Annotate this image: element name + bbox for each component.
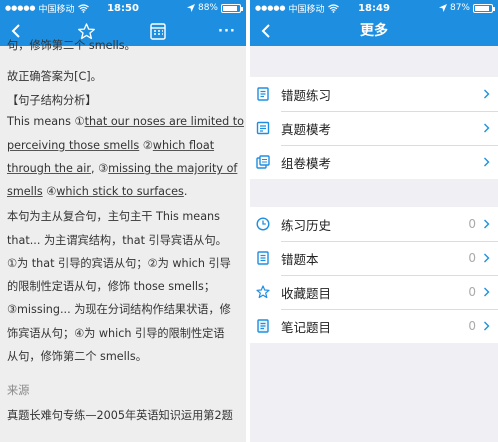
menu-item-label: 笔记题目 [281, 319, 332, 335]
location-icon [186, 4, 195, 12]
text-line: 的限制性定语从句，修饰 those smells； [7, 280, 216, 293]
menu-item-label: 练习历史 [281, 217, 332, 233]
text-line: ①为 that 引导的宾语从句；②为 which 引导 [7, 257, 231, 270]
note-icon [257, 319, 269, 333]
section-heading: 【句子结构分析】 [7, 94, 97, 107]
article-body: 句，修饰第二个 smells。 故正确答案为[C]。 【句子结构分析】 This… [0, 39, 246, 442]
text-line: 饰宾语从句；④为 which 引导的限制性定语 [7, 327, 225, 340]
nav-bar: 更多 [250, 16, 498, 46]
chevron-right-icon [484, 157, 490, 167]
menu-item-notes[interactable]: 笔记题目 0 [250, 309, 498, 343]
status-bar: ●●●●● 中国移动 18:50 88% [0, 0, 246, 16]
count-badge: 0 [468, 217, 476, 231]
chevron-right-icon [484, 89, 490, 99]
battery-percent: 88% [197, 3, 218, 13]
chevron-right-icon [484, 321, 490, 331]
status-bar: ●●●●● 中国移动 18:49 87% [250, 0, 498, 16]
menu-item-wrong-practice[interactable]: 错题练习 [250, 77, 498, 111]
menu-item-label: 错题练习 [281, 87, 332, 103]
text-line: perceiving those smells ②which float [7, 139, 215, 152]
battery-percent: 87% [449, 3, 470, 13]
more-menu-button[interactable]: ··· [218, 24, 236, 39]
right-screen: ●●●●● 中国移动 18:49 87% 更多 错题练习 真题模考 组卷模考 练… [250, 0, 498, 442]
text-line: through the air, ③missing the majority o… [7, 162, 238, 175]
menu-item-wrong-book[interactable]: 错题本 0 [250, 241, 498, 275]
notebook-icon [257, 251, 269, 265]
chevron-right-icon [484, 253, 490, 263]
text-line: that... 为主谓宾结构，that 引导宾语从句。 [7, 234, 227, 247]
menu-item-label: 收藏题目 [281, 285, 332, 301]
text-line: 本句为主从复合句，主句主干 This means [7, 210, 220, 223]
battery-icon [473, 3, 495, 13]
text-line: smells ④which stick to surfaces. [7, 185, 188, 198]
text-line: This means ①that our noses are limited t… [7, 115, 244, 128]
text-line: ③missing... 为现在分词结构作结果状语，修 [7, 303, 231, 316]
source-label: 来源 [7, 384, 30, 397]
chevron-right-icon [484, 123, 490, 133]
page-title: 更多 [360, 23, 388, 39]
text-line: 故正确答案为[C]。 [7, 70, 102, 83]
compose-exam-icon [256, 155, 270, 169]
count-badge: 0 [468, 251, 476, 265]
location-icon [438, 4, 447, 12]
menu-item-practice-history[interactable]: 练习历史 0 [250, 207, 498, 241]
source-text: 真题长难句专练—2005年英语知识运用第2题 [7, 409, 233, 422]
battery-icon [221, 3, 243, 13]
wrong-practice-icon [257, 87, 269, 101]
clock-icon [256, 217, 270, 231]
menu-item-label: 错题本 [281, 251, 319, 267]
text-line: 句，修饰第二个 smells。 [7, 39, 136, 52]
menu-item-favorites[interactable]: 收藏题目 0 [250, 275, 498, 309]
menu-item-real-exam[interactable]: 真题模考 [250, 111, 498, 145]
text-line: 从句，修饰第二个 smells。 [7, 350, 147, 363]
menu-item-label: 真题模考 [281, 121, 332, 137]
practice-menu-group: 错题练习 真题模考 组卷模考 [250, 77, 498, 179]
star-icon [256, 285, 270, 299]
left-screen: ●●●●● 中国移动 18:50 88% ··· 句，修饰第二个 smells。… [0, 0, 246, 442]
chevron-right-icon [484, 287, 490, 297]
chevron-right-icon [484, 219, 490, 229]
real-exam-icon [256, 121, 270, 135]
count-badge: 0 [468, 285, 476, 299]
menu-item-label: 组卷模考 [281, 155, 332, 171]
answer-sheet-icon[interactable] [150, 23, 166, 40]
menu-item-compose-exam[interactable]: 组卷模考 [250, 145, 498, 179]
records-menu-group: 练习历史 0 错题本 0 收藏题目 0 笔记题目 0 [250, 207, 498, 343]
count-badge: 0 [468, 319, 476, 333]
